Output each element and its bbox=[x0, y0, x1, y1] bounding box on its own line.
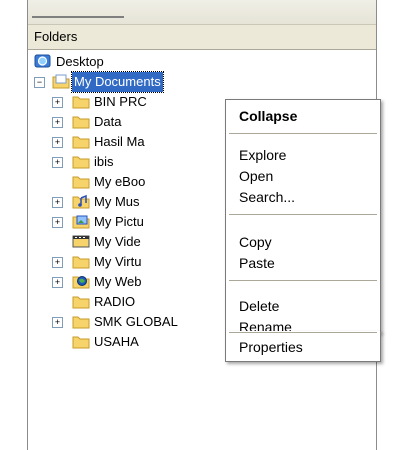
tree-item-label: My Mus bbox=[94, 194, 140, 209]
expand-expander[interactable]: + bbox=[52, 257, 63, 268]
menu-item-properties[interactable]: Properties bbox=[226, 336, 380, 358]
folders-pane-title: Folders bbox=[34, 29, 78, 44]
folder-icon bbox=[72, 116, 90, 129]
tree-item-label: My Virtu bbox=[94, 254, 142, 269]
music-folder-icon bbox=[72, 194, 90, 209]
desktop-icon bbox=[34, 54, 51, 68]
folder-icon bbox=[72, 256, 90, 269]
folder-icon bbox=[72, 156, 90, 169]
tree-item-label: SMK GLOBAL bbox=[94, 314, 178, 329]
expand-expander[interactable]: + bbox=[52, 277, 63, 288]
menu-separator bbox=[229, 214, 377, 215]
explorer-window: Folders Desktop − My Documents + BIN PRC +… bbox=[27, 0, 381, 450]
menu-item-explore[interactable]: Explore bbox=[226, 144, 380, 166]
folder-icon bbox=[72, 336, 90, 349]
folder-icon bbox=[72, 296, 90, 309]
folder-icon bbox=[72, 176, 90, 189]
tree-item-label: BIN PRC bbox=[94, 94, 147, 109]
tree-item-label: My Web bbox=[94, 274, 142, 289]
context-menu-bottom: Properties bbox=[225, 331, 381, 362]
expand-expander[interactable]: + bbox=[52, 217, 63, 228]
menu-separator bbox=[229, 280, 377, 281]
expand-expander[interactable]: + bbox=[52, 97, 63, 108]
expand-expander[interactable]: + bbox=[52, 317, 63, 328]
tree-item-label: My Pictu bbox=[94, 214, 144, 229]
expand-expander[interactable]: + bbox=[52, 117, 63, 128]
menu-item-paste[interactable]: Paste bbox=[226, 252, 380, 274]
tree-item-label: My Vide bbox=[94, 234, 141, 249]
toolbar-strip bbox=[28, 0, 376, 25]
tree-item-label: Hasil Ma bbox=[94, 134, 145, 149]
menu-item-collapse[interactable]: Collapse bbox=[226, 105, 380, 127]
tree-item-label: USAHA bbox=[94, 334, 139, 349]
expand-expander[interactable]: + bbox=[52, 137, 63, 148]
folders-pane-header: Folders bbox=[28, 25, 376, 50]
tree-item-label: ibis bbox=[94, 154, 114, 169]
documents-folder-icon bbox=[52, 74, 70, 89]
expand-expander[interactable]: + bbox=[52, 157, 63, 168]
folder-icon bbox=[72, 136, 90, 149]
collapse-expander[interactable]: − bbox=[34, 77, 45, 88]
context-menu: Collapse Explore Open Search... Copy Pas… bbox=[225, 99, 381, 335]
menu-item-copy[interactable]: Copy bbox=[226, 231, 380, 253]
tree-item-label: My eBoo bbox=[94, 174, 146, 189]
tree-item-label: Data bbox=[94, 114, 122, 129]
menu-item-delete[interactable]: Delete bbox=[226, 295, 380, 317]
menu-separator bbox=[229, 133, 377, 134]
folder-icon bbox=[72, 316, 90, 329]
video-folder-icon bbox=[72, 235, 90, 248]
pictures-folder-icon bbox=[72, 215, 90, 229]
tree-item-label: My Documents bbox=[71, 71, 164, 93]
menu-separator bbox=[229, 332, 377, 333]
expand-expander[interactable]: + bbox=[52, 197, 63, 208]
tree-item-label: Desktop bbox=[56, 54, 104, 69]
menu-item-open[interactable]: Open bbox=[226, 165, 380, 187]
web-folder-icon bbox=[72, 276, 90, 289]
folder-icon bbox=[72, 96, 90, 109]
tree-item-label: RADIO bbox=[94, 294, 136, 309]
toolbar-edge bbox=[32, 2, 124, 18]
menu-item-search[interactable]: Search... bbox=[226, 186, 380, 208]
